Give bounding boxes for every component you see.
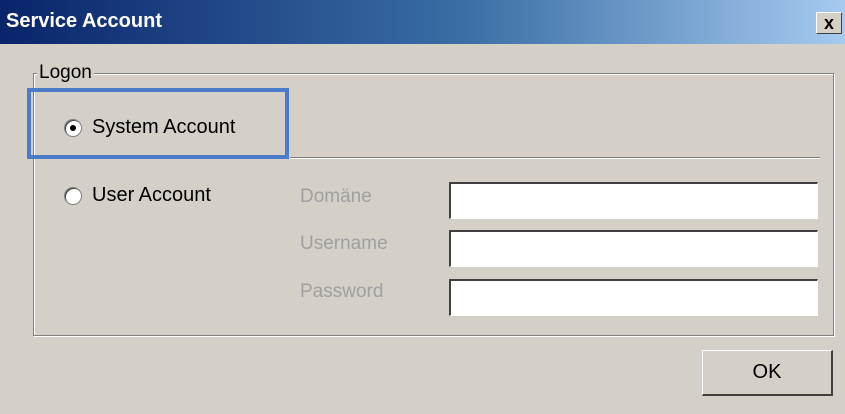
- system-account-label: System Account: [92, 116, 236, 138]
- domain-input[interactable]: [449, 182, 818, 219]
- ok-button[interactable]: OK: [702, 350, 833, 396]
- system-account-radio[interactable]: System Account: [64, 116, 235, 139]
- user-account-radio[interactable]: User Account: [64, 184, 211, 207]
- close-button[interactable]: x: [816, 12, 842, 34]
- username-input[interactable]: [449, 230, 818, 267]
- close-icon: x: [823, 13, 834, 33]
- window-title: Service Account: [6, 10, 162, 32]
- user-account-label: User Account: [92, 184, 211, 206]
- password-label: Password: [300, 281, 384, 302]
- radio-checked-icon[interactable]: [64, 118, 82, 137]
- radio-unchecked-icon[interactable]: [64, 186, 82, 205]
- title-bar: Service Account x: [0, 0, 845, 44]
- separator-line: [290, 157, 820, 159]
- password-input[interactable]: [449, 279, 818, 316]
- username-label: Username: [300, 233, 388, 254]
- logon-group-label: Logon: [37, 62, 94, 84]
- domain-label: Domäne: [300, 186, 372, 207]
